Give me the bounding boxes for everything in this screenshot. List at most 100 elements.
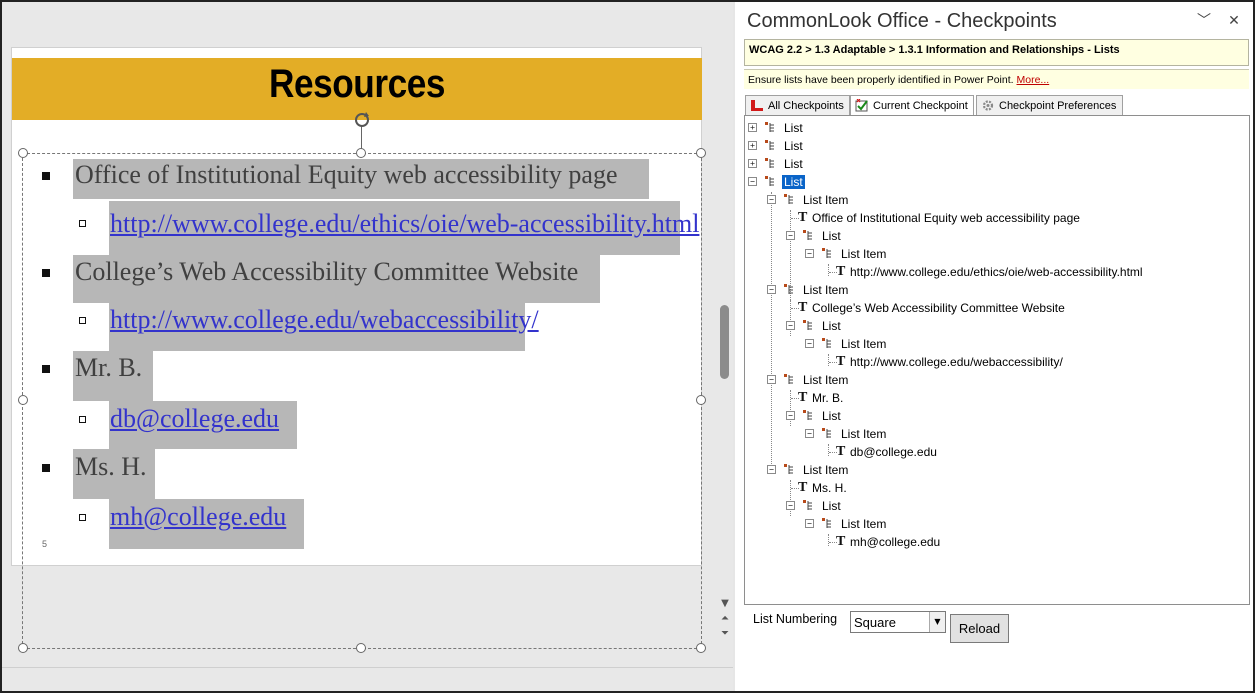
expand-icon[interactable]: +	[748, 141, 757, 150]
list-numbering-value: Square	[854, 615, 896, 630]
tree-node-text[interactable]: T Mr. B.	[745, 389, 1245, 407]
tree-node-list[interactable]: − List	[745, 173, 1245, 191]
collapse-icon[interactable]: −	[767, 285, 776, 294]
tab-current-checkpoint[interactable]: Current Checkpoint	[850, 95, 974, 116]
collapse-icon[interactable]: −	[786, 411, 795, 420]
collapse-icon[interactable]: −	[786, 321, 795, 330]
resize-handle-top-left[interactable]	[18, 148, 28, 158]
tree-node-list[interactable]: − List	[745, 407, 1245, 425]
selection-box[interactable]	[22, 153, 702, 649]
collapse-icon[interactable]: −	[805, 429, 814, 438]
slide-title[interactable]: Resources	[53, 62, 660, 107]
tree-node-list[interactable]: − List	[745, 227, 1245, 245]
scroll-down-icon[interactable]: ▼	[718, 599, 732, 609]
text-node-icon: T	[798, 480, 808, 495]
structure-tree[interactable]: + List + List + List − List − List Item T Office of…	[744, 115, 1250, 605]
resize-handle-left[interactable]	[18, 395, 28, 405]
list-node-icon	[803, 230, 812, 240]
checkmark-icon	[855, 99, 868, 112]
collapse-icon[interactable]: −	[786, 501, 795, 510]
tree-node-label: List Item	[803, 373, 849, 387]
resize-handle-bottom-left[interactable]	[18, 643, 28, 653]
tree-node-text[interactable]: T College’s Web Accessibility Committee W…	[745, 299, 1245, 317]
tree-node-label: List Item	[803, 463, 849, 477]
description: Ensure lists have been properly identifi…	[748, 74, 1049, 86]
tree-node-text[interactable]: T Office of Institutional Equity web acce…	[745, 209, 1245, 227]
collapse-icon[interactable]: −	[748, 177, 757, 186]
tree-node-label: List	[784, 157, 803, 171]
pane-title: CommonLook Office - Checkpoints	[747, 10, 1057, 32]
resize-handle-bottom-right[interactable]	[696, 643, 706, 653]
tree-node-list-item[interactable]: − List Item	[745, 371, 1245, 389]
resize-handle-bottom[interactable]	[356, 643, 366, 653]
slide-editor: Resources Office of Institutional Equity…	[2, 2, 733, 691]
tree-node-list-item[interactable]: − List Item	[745, 281, 1245, 299]
chevron-down-icon[interactable]: ﹀	[1195, 12, 1213, 30]
checkpoint-breadcrumb: WCAG 2.2 > 1.3 Adaptable > 1.3.1 Informa…	[749, 44, 1120, 56]
expand-icon[interactable]: +	[748, 123, 757, 132]
checkpoints-pane: CommonLook Office - Checkpoints ﹀ ✕ WCAG…	[735, 2, 1253, 691]
tree-node-text[interactable]: Thttp://www.college.edu/webaccessibility…	[745, 353, 1245, 371]
collapse-icon[interactable]: −	[767, 465, 776, 474]
tree-node-text[interactable]: Tmh@college.edu	[745, 533, 1245, 551]
tree-node-list-item[interactable]: − List Item	[745, 461, 1245, 479]
tree-node-text[interactable]: T Ms. H.	[745, 479, 1245, 497]
tree-node-label: List	[784, 121, 803, 135]
tree-node-list[interactable]: − List	[745, 317, 1245, 335]
resize-handle-top[interactable]	[356, 148, 366, 158]
tree-node-label: List	[784, 139, 803, 153]
collapse-icon[interactable]: −	[805, 339, 814, 348]
tree-node-label: List Item	[841, 517, 887, 531]
tree-node-label: http://www.college.edu/webaccessibility/	[850, 355, 1063, 369]
vertical-scrollbar-thumb[interactable]	[720, 305, 729, 379]
expand-icon[interactable]: +	[748, 159, 757, 168]
tree-node-list[interactable]: + List	[745, 119, 1245, 137]
collapse-icon[interactable]: −	[805, 519, 814, 528]
next-slide-icon[interactable]: ⏷	[718, 629, 732, 639]
tree-node-list-item[interactable]: − List Item	[745, 245, 1245, 263]
close-icon[interactable]: ✕	[1225, 12, 1243, 30]
collapse-icon[interactable]: −	[767, 375, 776, 384]
tree-node-label: List Item	[841, 247, 887, 261]
tab-checkpoint-preferences[interactable]: Checkpoint Preferences	[976, 95, 1123, 115]
tree-node-list-item[interactable]: − List Item	[745, 191, 1245, 209]
list-numbering-select[interactable]: Square ▼	[850, 611, 946, 633]
tree-node-label: mh@college.edu	[850, 535, 941, 549]
tree-node-list-item[interactable]: − List Item	[745, 425, 1245, 443]
list-item-node-icon	[784, 284, 793, 294]
list-node-icon	[765, 140, 774, 150]
text-node-icon: T	[798, 390, 808, 405]
tree-node-label: List Item	[841, 427, 887, 441]
tree-node-label: List	[782, 175, 805, 189]
tab-all-checkpoints[interactable]: All Checkpoints	[745, 95, 850, 115]
collapse-icon[interactable]: −	[805, 249, 814, 258]
chevron-down-icon[interactable]: ▼	[929, 612, 945, 632]
tree-node-text[interactable]: Tdb@college.edu	[745, 443, 1245, 461]
collapse-icon[interactable]: −	[767, 195, 776, 204]
tree-node-list[interactable]: + List	[745, 155, 1245, 173]
tab-label: All Checkpoints	[768, 100, 844, 112]
tree-node-list-item[interactable]: − List Item	[745, 335, 1245, 353]
checkpoint-breadcrumb-box: WCAG 2.2 > 1.3 Adaptable > 1.3.1 Informa…	[744, 39, 1249, 66]
tree-node-label: Office of Institutional Equity web acces…	[812, 211, 1080, 225]
text-node-icon: T	[836, 354, 846, 369]
rotate-icon[interactable]	[352, 109, 372, 129]
resize-handle-top-right[interactable]	[696, 148, 706, 158]
more-link[interactable]: More...	[1017, 74, 1050, 86]
resize-handle-right[interactable]	[696, 395, 706, 405]
collapse-icon[interactable]: −	[786, 231, 795, 240]
reload-button[interactable]: Reload	[950, 614, 1009, 643]
tree-node-list[interactable]: + List	[745, 137, 1245, 155]
tree-node-list-item[interactable]: − List Item	[745, 515, 1245, 533]
list-node-icon	[765, 158, 774, 168]
tree-node-label: List	[822, 319, 841, 333]
tree-node-text[interactable]: Thttp://www.college.edu/ethics/oie/web-a…	[745, 263, 1245, 281]
list-node-icon	[765, 122, 774, 132]
previous-slide-icon[interactable]: ⏶	[718, 614, 732, 624]
tree-node-list[interactable]: − List	[745, 497, 1245, 515]
tree-node-label: http://www.college.edu/ethics/oie/web-ac…	[850, 265, 1143, 279]
tree-node-label: Mr. B.	[812, 391, 844, 405]
list-item-node-icon	[784, 194, 793, 204]
description-box: Ensure lists have been properly identifi…	[744, 69, 1249, 89]
text-node-icon: T	[798, 300, 808, 315]
